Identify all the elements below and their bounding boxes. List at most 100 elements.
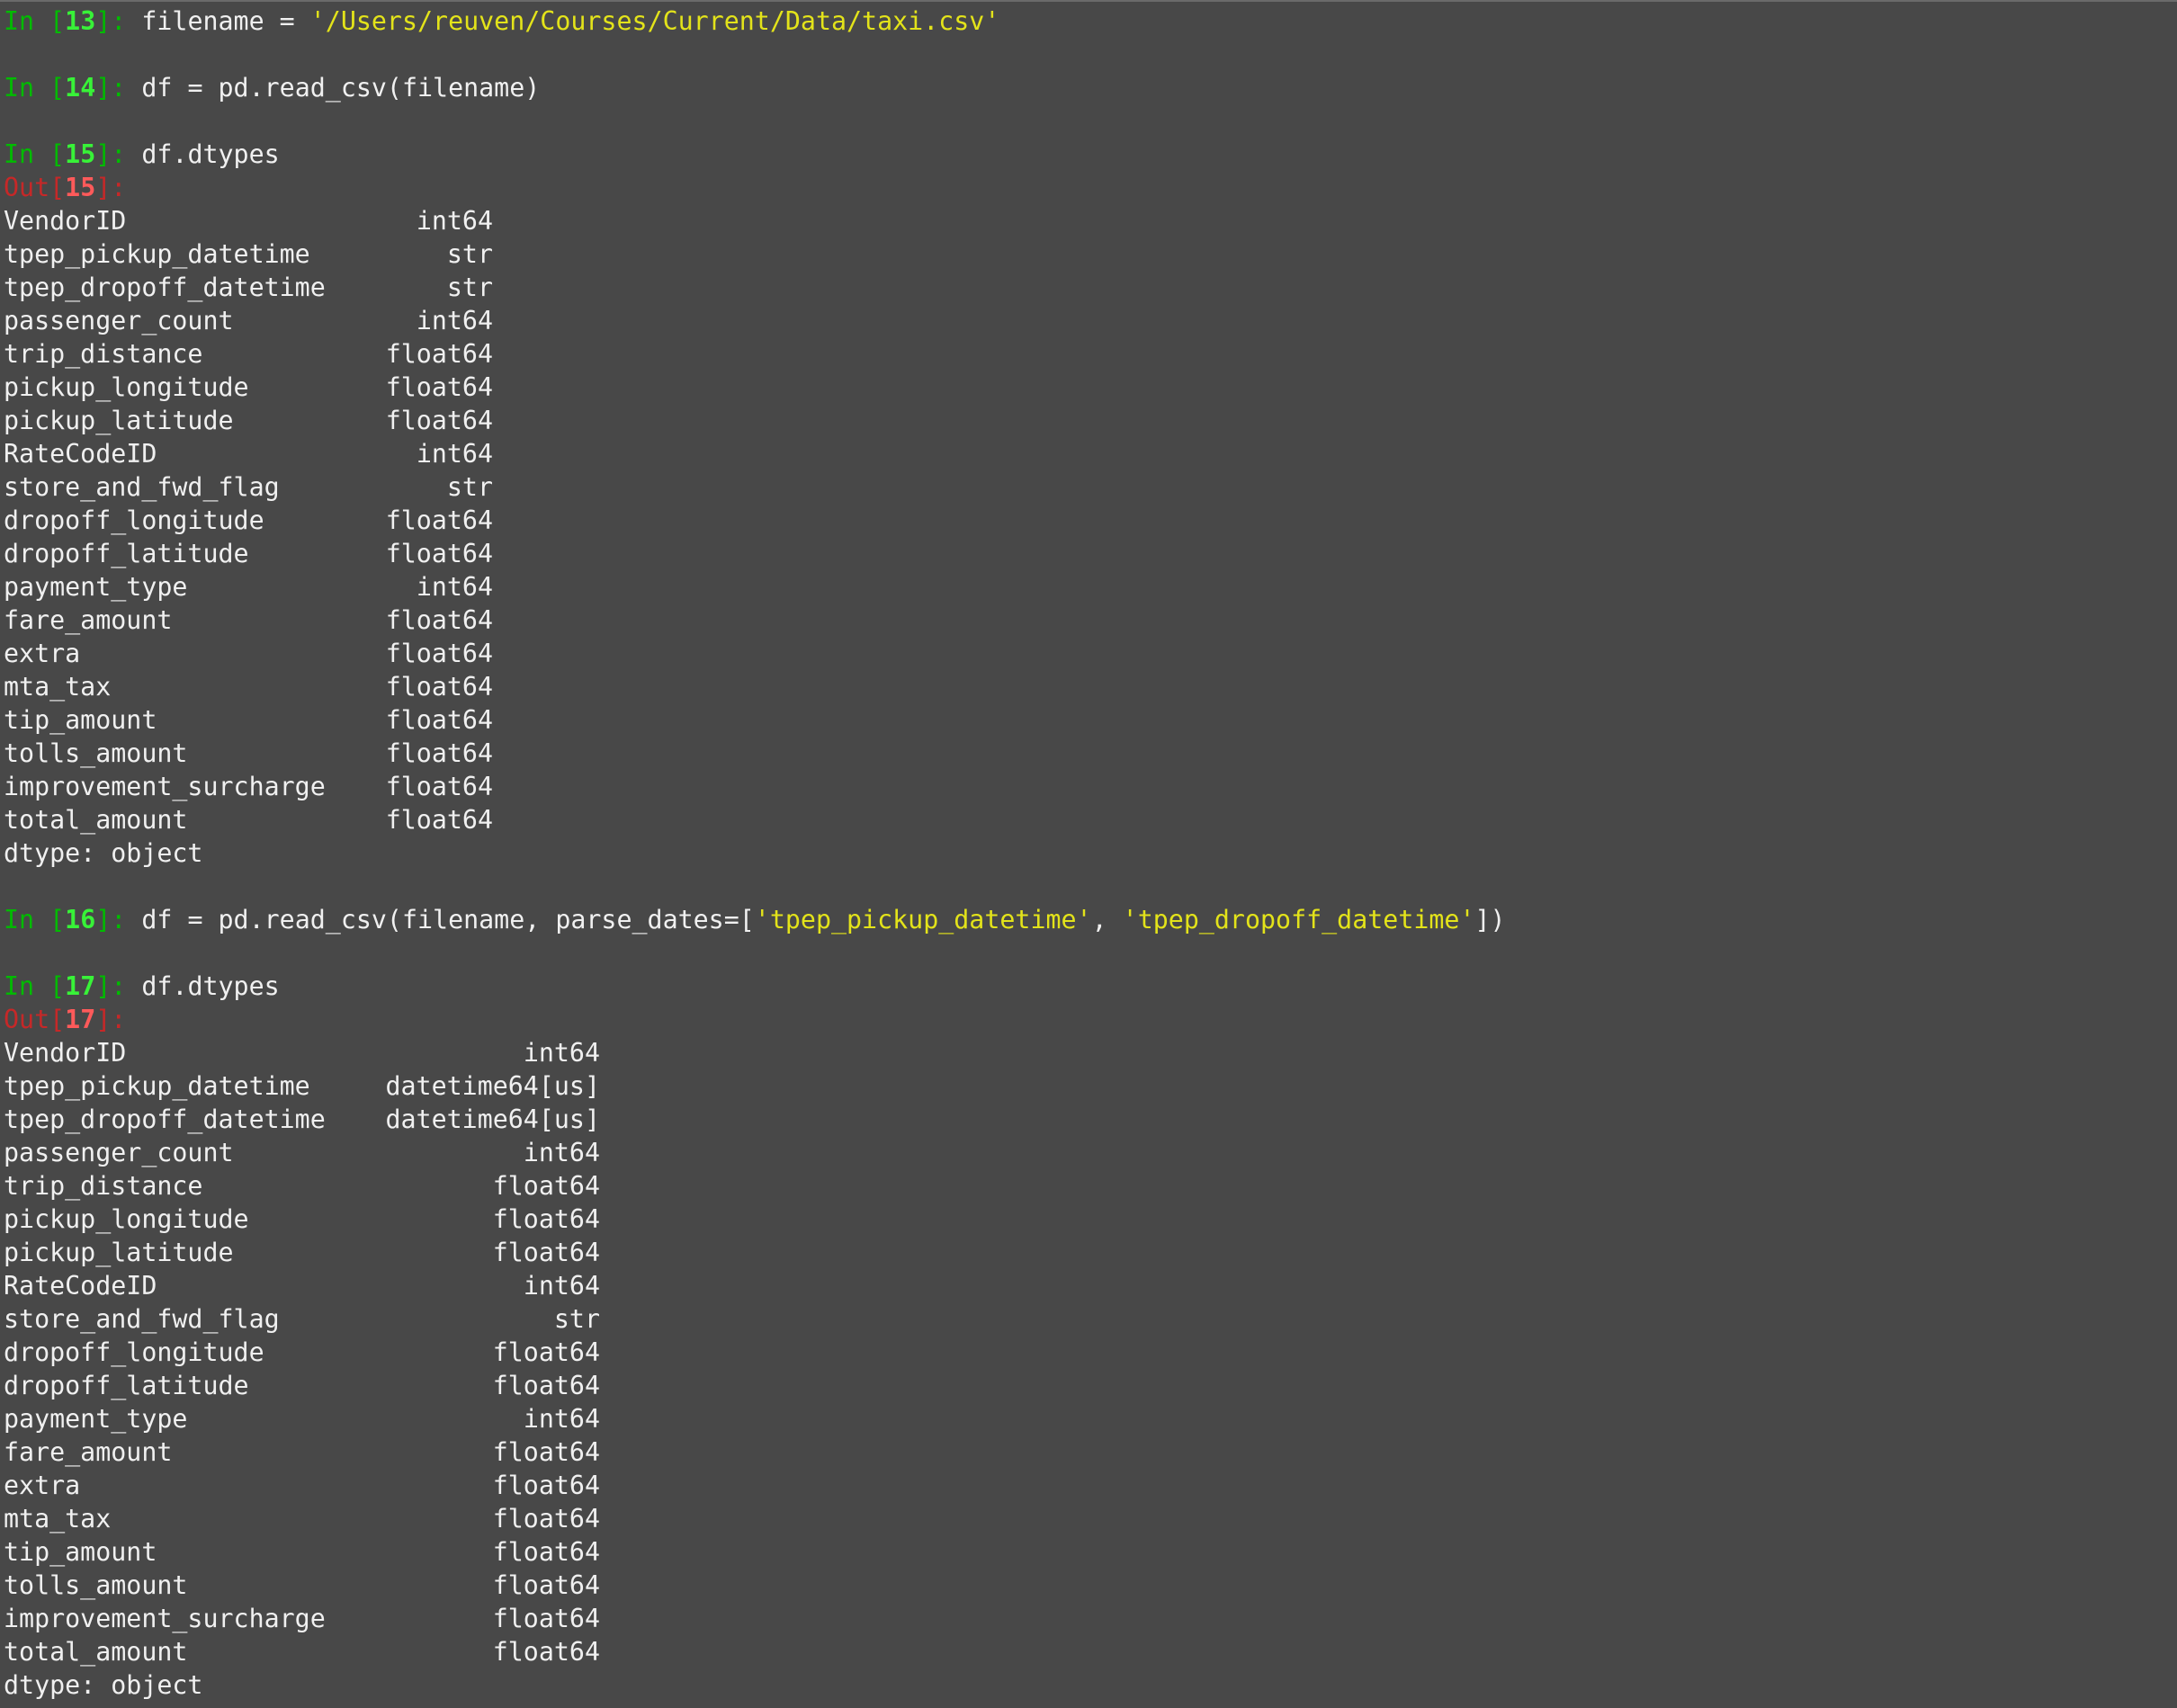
in-prompt-number: 16 — [65, 905, 96, 934]
dtype-row: extra float64 — [4, 1469, 2177, 1502]
column-dtype: float64 — [492, 1204, 600, 1234]
prompt-bracket: ]: — [95, 971, 142, 1001]
column-name: pickup_latitude — [4, 406, 234, 435]
dtype-row: mta_tax float64 — [4, 670, 2177, 703]
column-dtype: float64 — [385, 339, 493, 369]
column-dtype: float64 — [385, 672, 493, 702]
column-name: VendorID — [4, 1038, 127, 1068]
string-literal: 'tpep_dropoff_datetime' — [1122, 905, 1475, 934]
dtype-row: extra float64 — [4, 637, 2177, 670]
prompt-bracket: ]: — [95, 73, 142, 103]
column-name: store_and_fwd_flag — [4, 472, 280, 502]
column-name: fare_amount — [4, 1437, 173, 1467]
prompt-bracket: [ — [49, 173, 66, 202]
column-dtype: int64 — [416, 572, 493, 602]
column-dtype: int64 — [416, 439, 493, 469]
column-name: passenger_count — [4, 1138, 234, 1167]
column-dtype: float64 — [385, 539, 493, 568]
column-name: improvement_surcharge — [4, 1604, 326, 1633]
column-name: pickup_longitude — [4, 372, 249, 402]
dtype-row: fare_amount float64 — [4, 604, 2177, 637]
dtype-row: pickup_longitude float64 — [4, 1203, 2177, 1236]
dtype-row: mta_tax float64 — [4, 1502, 2177, 1535]
column-dtype: int64 — [523, 1271, 600, 1301]
column-name: RateCodeID — [4, 439, 157, 469]
column-dtype: float64 — [385, 372, 493, 402]
in-prompt-number: 15 — [65, 139, 96, 169]
output-prompt-15: Out[15]: — [4, 171, 2177, 204]
dtype-row: trip_distance float64 — [4, 337, 2177, 371]
string-literal: 'tpep_pickup_datetime' — [754, 905, 1092, 934]
in-prompt-label: In — [4, 905, 50, 934]
dtype-row: pickup_latitude float64 — [4, 1236, 2177, 1269]
column-dtype: datetime64[us] — [385, 1104, 600, 1134]
column-name: VendorID — [4, 206, 127, 236]
ipython-terminal[interactable]: In [13]: filename = '/Users/reuven/Cours… — [0, 0, 2177, 1708]
column-dtype: str — [553, 1304, 600, 1334]
column-name: total_amount — [4, 805, 188, 835]
column-dtype: float64 — [492, 1471, 600, 1500]
column-dtype: float64 — [385, 772, 493, 801]
column-dtype: str — [446, 273, 493, 302]
in-prompt-number: 14 — [65, 73, 96, 103]
column-name: fare_amount — [4, 605, 173, 635]
column-dtype: float64 — [492, 1437, 600, 1467]
in-prompt-label: In — [4, 971, 50, 1001]
dtypes-output-2: VendorID int64 tpep_pickup_datetime datetim… — [4, 1036, 2177, 1668]
column-dtype: int64 — [416, 206, 493, 236]
column-dtype: datetime64[us] — [385, 1071, 600, 1101]
prompt-bracket: ]: — [95, 905, 142, 934]
dtype-row: pickup_longitude float64 — [4, 371, 2177, 404]
column-name: mta_tax — [4, 1504, 112, 1534]
dtype-row: total_amount float64 — [4, 803, 2177, 836]
dtype-row: tpep_pickup_datetime datetime64[us] — [4, 1069, 2177, 1103]
column-dtype: float64 — [492, 1504, 600, 1534]
dtype-row: VendorID int64 — [4, 1036, 2177, 1069]
dtype-row: trip_distance float64 — [4, 1169, 2177, 1203]
column-name: store_and_fwd_flag — [4, 1304, 280, 1334]
code-text: filename = — [141, 6, 310, 36]
out-prompt-number: 15 — [65, 173, 96, 202]
in-prompt-label: In — [4, 139, 50, 169]
column-dtype: float64 — [492, 1537, 600, 1567]
column-name: trip_distance — [4, 1171, 203, 1201]
column-dtype: float64 — [492, 1371, 600, 1400]
column-name: tip_amount — [4, 1537, 157, 1567]
dtype-row: payment_type int64 — [4, 570, 2177, 604]
in-prompt-label: In — [4, 6, 50, 36]
column-name: dropoff_longitude — [4, 1337, 264, 1367]
dtype-footer: dtype: object — [4, 838, 203, 868]
dtype-row: dropoff_latitude float64 — [4, 1369, 2177, 1402]
dtype-row: dropoff_longitude float64 — [4, 1336, 2177, 1369]
column-dtype: float64 — [385, 705, 493, 735]
dtype-row: dropoff_longitude float64 — [4, 504, 2177, 537]
dtype-row: passenger_count int64 — [4, 304, 2177, 337]
prompt-bracket: ]: — [95, 6, 142, 36]
column-name: tolls_amount — [4, 738, 188, 768]
column-name: pickup_latitude — [4, 1238, 234, 1267]
prompt-bracket: ]: — [95, 173, 127, 202]
column-name: extra — [4, 1471, 81, 1500]
column-name: total_amount — [4, 1637, 188, 1667]
out-prompt-label: Out — [4, 1005, 50, 1034]
string-literal: '/Users/reuven/Courses/Current/Data/taxi… — [309, 6, 1000, 36]
dtype-row: passenger_count int64 — [4, 1136, 2177, 1169]
in-prompt-number: 17 — [65, 971, 96, 1001]
column-name: dropoff_latitude — [4, 539, 249, 568]
dtype-row: RateCodeID int64 — [4, 1269, 2177, 1302]
dtype-row: dropoff_latitude float64 — [4, 537, 2177, 570]
column-name: tpep_pickup_datetime — [4, 1071, 310, 1101]
dtype-row: pickup_latitude float64 — [4, 404, 2177, 437]
input-line-14: In [14]: df = pd.read_csv(filename) — [4, 71, 2177, 104]
column-dtype: float64 — [492, 1238, 600, 1267]
column-name: dropoff_latitude — [4, 1371, 249, 1400]
column-name: extra — [4, 639, 81, 668]
column-name: tpep_pickup_datetime — [4, 239, 310, 269]
prompt-bracket: [ — [49, 1005, 66, 1034]
column-name: tip_amount — [4, 705, 157, 735]
dtype-row: tolls_amount float64 — [4, 737, 2177, 770]
column-dtype: float64 — [385, 505, 493, 535]
column-dtype: float64 — [492, 1637, 600, 1667]
column-dtype: float64 — [492, 1337, 600, 1367]
column-name: payment_type — [4, 572, 188, 602]
